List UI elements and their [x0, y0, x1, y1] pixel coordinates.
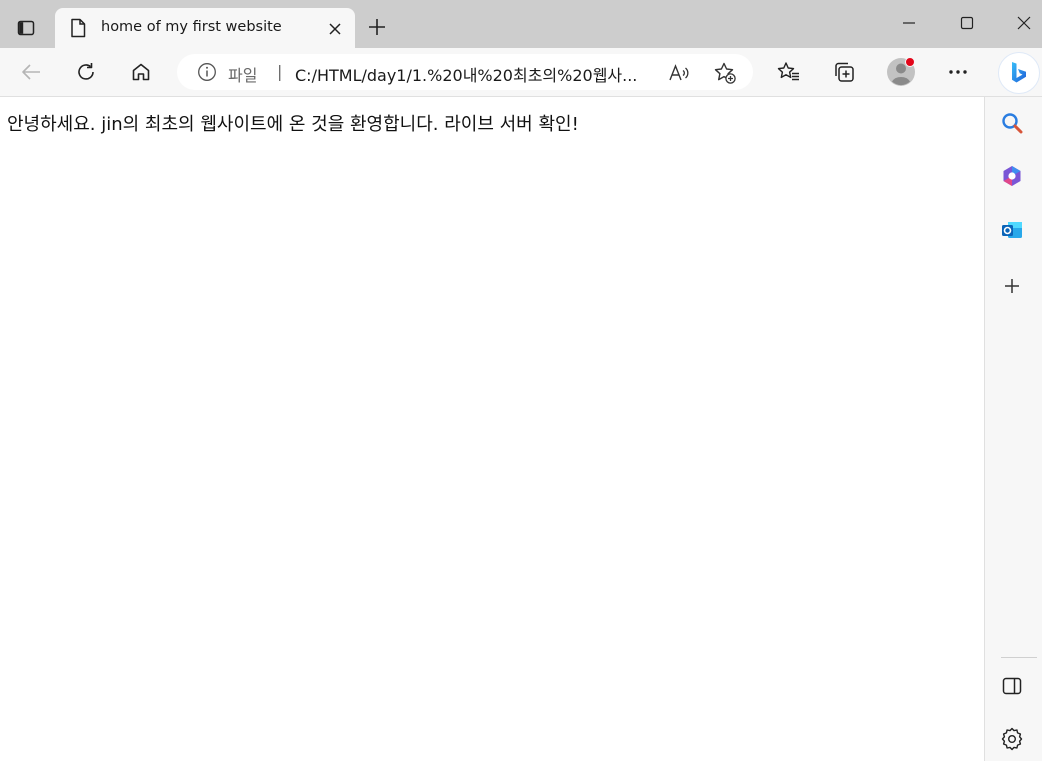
back-arrow-icon — [20, 62, 42, 82]
more-button[interactable] — [942, 57, 974, 87]
collections-button[interactable] — [828, 57, 860, 87]
collections-icon — [832, 60, 856, 84]
tab-strip: home of my first website — [0, 0, 1042, 48]
star-add-icon — [713, 61, 737, 85]
sidebar-search-button[interactable] — [994, 106, 1030, 140]
address-separator: | — [277, 62, 283, 81]
bing-icon — [1005, 59, 1033, 87]
settings-button[interactable] — [994, 722, 1030, 756]
minimize-icon — [902, 16, 916, 30]
page-content: 안녕하세요. jin의 최초의 웹사이트에 온 것을 환영합니다. 라이브 서버… — [0, 97, 984, 761]
read-aloud-button[interactable] — [667, 61, 691, 85]
close-icon — [1017, 16, 1031, 30]
tab-close-button[interactable] — [325, 19, 345, 39]
address-scheme-label: 파일 — [228, 66, 258, 85]
outlook-icon — [1000, 218, 1024, 242]
refresh-button[interactable] — [70, 57, 102, 87]
tab-title: home of my first website — [101, 19, 282, 35]
document-icon — [69, 18, 87, 38]
minimize-button[interactable] — [891, 8, 927, 38]
add-favorite-button[interactable] — [713, 61, 737, 85]
home-icon — [130, 61, 152, 83]
sidebar-toggle-button[interactable] — [994, 669, 1030, 703]
close-icon — [328, 22, 342, 36]
tab-actions-button[interactable] — [8, 12, 44, 44]
plus-icon — [367, 17, 387, 37]
maximize-icon — [960, 16, 974, 30]
page-text: 안녕하세요. jin의 최초의 웹사이트에 온 것을 환영합니다. 라이브 서버… — [7, 114, 579, 135]
plus-icon — [1002, 276, 1022, 296]
more-icon — [948, 69, 968, 75]
refresh-icon — [75, 61, 97, 83]
sidebar-office-button[interactable] — [994, 159, 1030, 193]
home-button[interactable] — [125, 57, 157, 87]
read-aloud-icon — [668, 63, 690, 83]
bing-button[interactable] — [998, 52, 1040, 94]
address-url[interactable]: C:/HTML/day1/1.%20내%20최초의%20웹사... — [295, 62, 647, 86]
profile-status-dot — [905, 57, 915, 67]
favorites-icon — [777, 61, 801, 83]
sidebar-divider — [1001, 657, 1037, 658]
office-icon — [1000, 164, 1024, 188]
profile-button[interactable] — [886, 57, 916, 87]
new-tab-button[interactable] — [364, 14, 390, 40]
address-bar[interactable]: 파일 | C:/HTML/day1/1.%20내%20최초의%20웹사... — [177, 54, 753, 90]
sidebar-outlook-button[interactable] — [994, 213, 1030, 247]
back-button[interactable] — [15, 57, 47, 87]
search-icon — [1000, 111, 1024, 135]
info-icon[interactable] — [197, 62, 217, 82]
tab-active[interactable]: home of my first website — [55, 8, 355, 48]
gear-icon — [1000, 727, 1024, 751]
close-window-button[interactable] — [1006, 8, 1042, 38]
sidebar-toggle-icon — [1001, 676, 1023, 696]
sidebar — [984, 97, 1042, 761]
maximize-button[interactable] — [949, 8, 985, 38]
tab-actions-icon — [16, 18, 36, 38]
toolbar: 파일 | C:/HTML/day1/1.%20내%20최초의%20웹사... — [0, 48, 1042, 97]
sidebar-add-button[interactable] — [994, 269, 1030, 303]
favorites-button[interactable] — [773, 57, 805, 87]
